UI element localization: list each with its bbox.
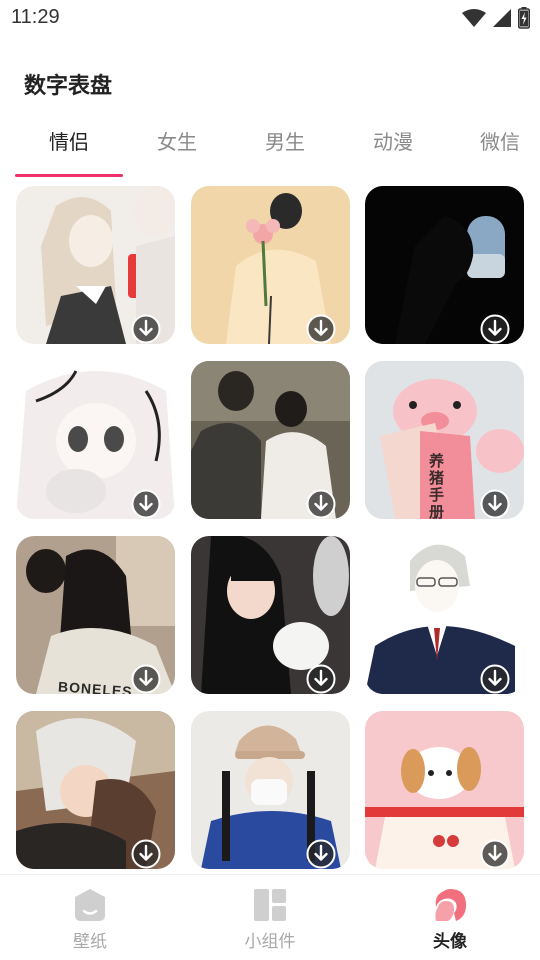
avatar-tile[interactable]: BONELES (16, 536, 175, 694)
download-icon[interactable] (480, 489, 510, 519)
download-icon[interactable] (131, 314, 161, 344)
nav-widgets[interactable]: 小组件 (180, 875, 360, 960)
avatar-tile[interactable] (365, 186, 524, 344)
download-icon[interactable] (306, 489, 336, 519)
tab-anime[interactable]: 动漫 (339, 120, 447, 178)
tile-caption: 养猪手册 (429, 452, 445, 520)
status-bar: 11:29 (0, 0, 540, 38)
battery-charging-icon (518, 7, 530, 29)
download-icon[interactable] (131, 664, 161, 694)
nav-label: 头像 (433, 932, 467, 952)
download-icon[interactable] (131, 839, 161, 869)
download-icon[interactable] (480, 664, 510, 694)
download-icon[interactable] (480, 314, 510, 344)
nav-wallpaper[interactable]: 壁纸 (0, 875, 180, 960)
avatar-tile[interactable]: 养猪手册 (365, 361, 524, 519)
signal-icon (493, 9, 511, 27)
bottom-nav: 壁纸 小组件 头像 (0, 874, 540, 960)
download-icon[interactable] (131, 489, 161, 519)
avatar-tile[interactable] (16, 711, 175, 869)
avatar-tile[interactable] (365, 536, 524, 694)
avatar-tile[interactable] (365, 711, 524, 869)
avatar-tile[interactable] (191, 536, 350, 694)
status-time: 11:29 (11, 6, 60, 28)
download-icon[interactable] (306, 314, 336, 344)
wallpaper-icon (75, 889, 105, 921)
avatar-tile[interactable] (191, 361, 350, 519)
download-icon[interactable] (306, 839, 336, 869)
status-icons (462, 7, 530, 29)
nav-label: 小组件 (244, 932, 296, 952)
avatar-tile[interactable] (16, 186, 175, 344)
avatar-tile[interactable] (191, 186, 350, 344)
tab-indicator (15, 174, 123, 177)
download-icon[interactable] (306, 664, 336, 694)
tab-boys[interactable]: 男生 (231, 120, 339, 178)
download-icon[interactable] (480, 839, 510, 869)
avatar-tile[interactable] (16, 361, 175, 519)
tab-girls[interactable]: 女生 (123, 120, 231, 178)
page-title: 数字表盘 (24, 74, 113, 99)
avatar-icon (435, 889, 466, 921)
nav-label: 壁纸 (73, 932, 107, 952)
avatar-tile[interactable] (191, 711, 350, 869)
tab-couple[interactable]: 情侣 (15, 120, 123, 178)
tab-wechat[interactable]: 微信 (440, 120, 540, 178)
category-tabs: 情侣 女生 男生 动漫 微信 (0, 120, 540, 178)
nav-avatar[interactable]: 头像 (360, 875, 540, 960)
widgets-icon (254, 889, 286, 921)
wifi-icon (462, 9, 486, 27)
